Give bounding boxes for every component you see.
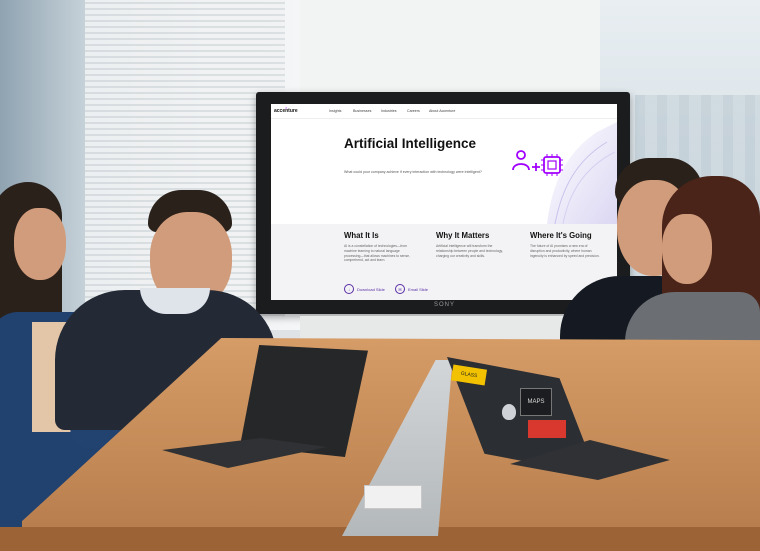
nav-item-industries: Industries	[381, 109, 397, 113]
tv-monitor: accenture > Insights Businesses Industri…	[256, 92, 630, 314]
hero-subtitle: What could your company achieve if every…	[344, 170, 482, 174]
hero-title: Artificial Intelligence	[344, 136, 477, 151]
sticker-red	[528, 420, 566, 438]
tv-brand: SONY	[434, 302, 456, 308]
nav-item-insights: Insights	[329, 109, 342, 113]
apple-logo-icon	[502, 404, 516, 420]
col-text-where: The future of AI promises a new era of d…	[530, 244, 600, 258]
download-slide-label: Download Slide	[357, 286, 385, 292]
site-nav: accenture > Insights Businesses Industri…	[271, 104, 617, 119]
info-band: What It Is AI is a constellation of tech…	[271, 224, 617, 300]
nav-item-businesses: Businesses	[353, 109, 372, 113]
tv-screen: accenture > Insights Businesses Industri…	[271, 104, 617, 300]
col-title-where: Where It's Going	[530, 231, 592, 240]
power-outlet	[364, 485, 422, 509]
col-text-why: Artificial intelligence will transform t…	[436, 244, 503, 258]
email-slide-label: Email Slide	[408, 286, 429, 292]
nav-item-careers: Careers	[407, 109, 420, 113]
download-icon: ↓	[344, 284, 354, 294]
sticker-maps: MAPS	[520, 388, 552, 416]
col-title-what: What It Is	[344, 231, 379, 240]
email-icon: ✉	[395, 284, 405, 294]
nav-item-about: About Accenture	[429, 109, 456, 113]
wall-lower	[300, 316, 600, 340]
col-text-what: AI is a constellation of technologies—fr…	[344, 244, 410, 263]
office-meeting-photo: accenture > Insights Businesses Industri…	[0, 0, 760, 551]
email-slide-link[interactable]: ✉ Email Slide	[395, 284, 428, 294]
download-slide-link[interactable]: ↓ Download Slide	[344, 284, 385, 294]
ai-illustration	[512, 122, 617, 224]
col-title-why: Why It Matters	[436, 231, 490, 240]
logo-mark: >	[285, 105, 288, 110]
